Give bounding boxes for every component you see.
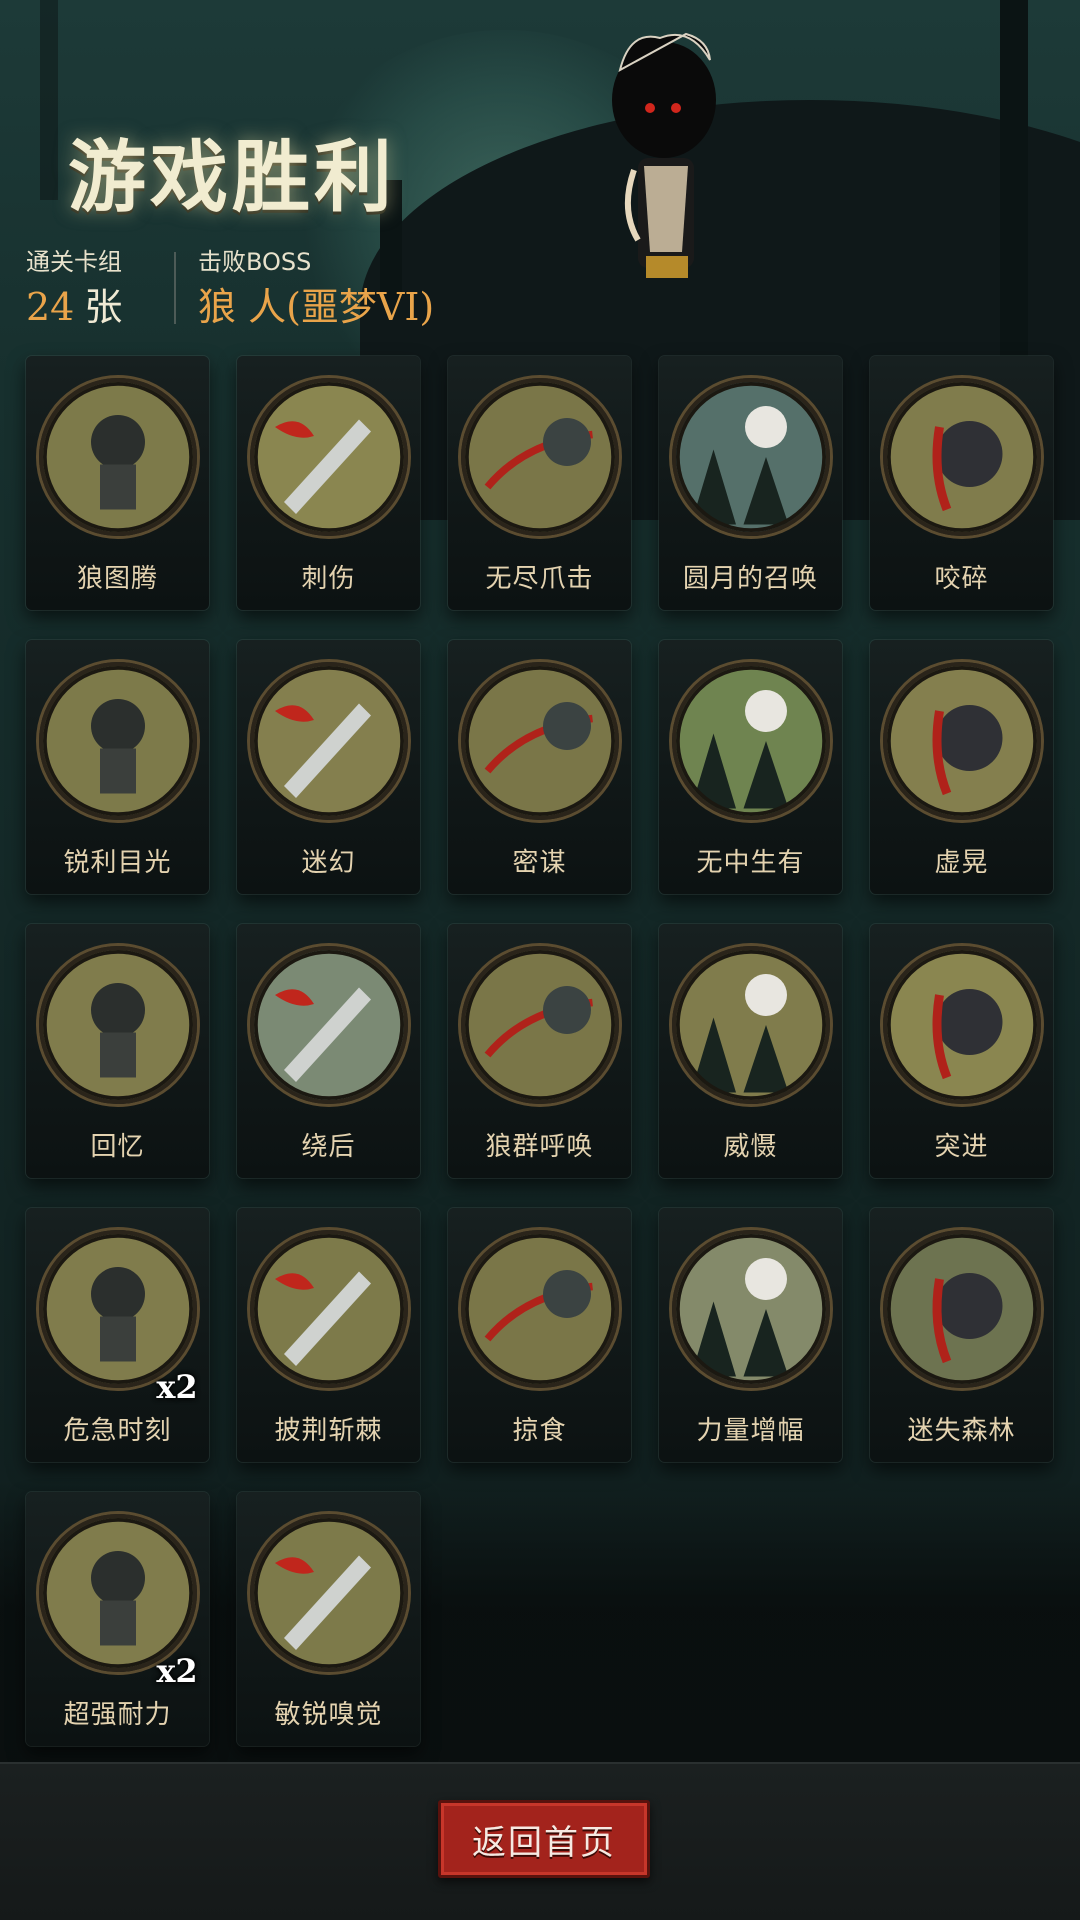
card-tile[interactable]: 威慑 xyxy=(659,924,842,1178)
card-name: 无尽爪击 xyxy=(485,564,594,594)
card-name: 掠食 xyxy=(512,1416,567,1446)
card-name: 密谋 xyxy=(512,848,567,878)
boss-name: 狼 人(噩梦VI) xyxy=(198,285,435,329)
card-name: 超强耐力 xyxy=(63,1700,172,1730)
axe-thorns-icon xyxy=(250,1230,408,1388)
card-tile[interactable]: 披荆斩棘 xyxy=(237,1208,420,1462)
card-name: 无中生有 xyxy=(696,848,805,878)
card-tile[interactable]: 刺伤 xyxy=(237,356,420,610)
lost-forest-icon xyxy=(883,1230,1041,1388)
log-lift-icon xyxy=(672,1230,830,1388)
card-name: 迷失森林 xyxy=(907,1416,1016,1446)
werewolf-bite-icon xyxy=(883,378,1041,536)
card-name: 虚晃 xyxy=(934,848,989,878)
card-tile[interactable]: 突进 xyxy=(870,924,1053,1178)
wolf-glare-icon xyxy=(39,662,197,820)
card-name: 敏锐嗅觉 xyxy=(274,1700,383,1730)
werewolf-prowl-icon xyxy=(461,1230,619,1388)
card-tile[interactable]: 绕后 xyxy=(237,924,420,1178)
card-name: 狼图腾 xyxy=(76,564,158,594)
bear-icon xyxy=(672,946,830,1104)
card-name: 圆月的召唤 xyxy=(682,564,818,594)
wolf-pack-icon xyxy=(461,946,619,1104)
card-name: 披荆斩棘 xyxy=(274,1416,383,1446)
claw-strike-icon xyxy=(461,378,619,536)
card-tile[interactable]: 敏锐嗅觉 xyxy=(237,1492,420,1746)
stat-divider xyxy=(174,252,176,324)
card-name: 威慑 xyxy=(723,1132,778,1162)
witch-icon xyxy=(250,662,408,820)
deck-card-grid: 狼图腾 刺伤 无尽爪击 圆月的召唤 咬碎锐利目光 迷幻 密谋 无中生有 虚晃回忆 绕后 狼群呼唤 威慑… xyxy=(26,356,1056,1746)
victory-title: 游戏胜利 xyxy=(68,132,397,223)
card-tile[interactable]: 狼群呼唤 xyxy=(448,924,631,1178)
skeleton-ambush-icon xyxy=(250,946,408,1104)
card-name: 绕后 xyxy=(301,1132,356,1162)
card-tile[interactable]: 掠食 xyxy=(448,1208,631,1462)
card-tile[interactable]: 无尽爪击 xyxy=(448,356,631,610)
card-name: 回忆 xyxy=(90,1132,145,1162)
full-moon-icon xyxy=(672,378,830,536)
card-name: 狼群呼唤 xyxy=(485,1132,594,1162)
deck-label: 通关卡组 xyxy=(26,248,122,276)
card-name: 危急时刻 xyxy=(63,1416,172,1446)
card-name: 刺伤 xyxy=(301,564,356,594)
card-tile[interactable]: 危急时刻 x2 xyxy=(26,1208,209,1462)
dagger-stab-icon xyxy=(250,378,408,536)
boxer-icon xyxy=(883,662,1041,820)
hero-boy-illustration xyxy=(612,32,716,278)
deck-count-value: 24 xyxy=(26,285,75,329)
boy-endurance-icon xyxy=(39,1514,197,1672)
card-tile[interactable]: 迷失森林 xyxy=(870,1208,1053,1462)
deck-count: 24 张 xyxy=(26,276,122,331)
card-tile[interactable]: 虚晃 xyxy=(870,640,1053,894)
card-tile[interactable]: 回忆 xyxy=(26,924,209,1178)
card-name: 锐利目光 xyxy=(63,848,172,878)
card-tile[interactable]: 迷幻 xyxy=(237,640,420,894)
card-tile[interactable]: 狼图腾 xyxy=(26,356,209,610)
card-tile[interactable]: 超强耐力 x2 xyxy=(26,1492,209,1746)
old-man-icon xyxy=(39,946,197,1104)
deck-count-unit: 张 xyxy=(84,285,123,329)
boy-critical-icon xyxy=(39,1230,197,1388)
hooded-cultists-icon xyxy=(461,662,619,820)
wolf-totem-icon xyxy=(39,378,197,536)
card-name: 迷幻 xyxy=(301,848,356,878)
card-tile[interactable]: 力量增幅 xyxy=(659,1208,842,1462)
card-tile[interactable]: 咬碎 xyxy=(870,356,1053,610)
boss-label: 击败BOSS xyxy=(198,248,312,276)
green-burst-icon xyxy=(672,662,830,820)
card-name: 咬碎 xyxy=(934,564,989,594)
footer-bar: 返回首页 xyxy=(0,1762,1080,1920)
result-header: 游戏胜利 通关卡组 24 张 击败BOSS 狼 人(噩梦VI) xyxy=(0,0,1080,340)
card-count-badge: x2 xyxy=(156,1368,198,1406)
return-home-button[interactable]: 返回首页 xyxy=(438,1800,650,1878)
card-tile[interactable]: 无中生有 xyxy=(659,640,842,894)
card-tile[interactable]: 锐利目光 xyxy=(26,640,209,894)
card-name: 突进 xyxy=(934,1132,989,1162)
wolf-snarl-icon xyxy=(250,1514,408,1672)
card-count-badge: x2 xyxy=(156,1652,198,1690)
werewolf-leap-icon xyxy=(883,946,1041,1104)
card-tile[interactable]: 圆月的召唤 xyxy=(659,356,842,610)
card-tile[interactable]: 密谋 xyxy=(448,640,631,894)
card-name: 力量增幅 xyxy=(696,1416,805,1446)
